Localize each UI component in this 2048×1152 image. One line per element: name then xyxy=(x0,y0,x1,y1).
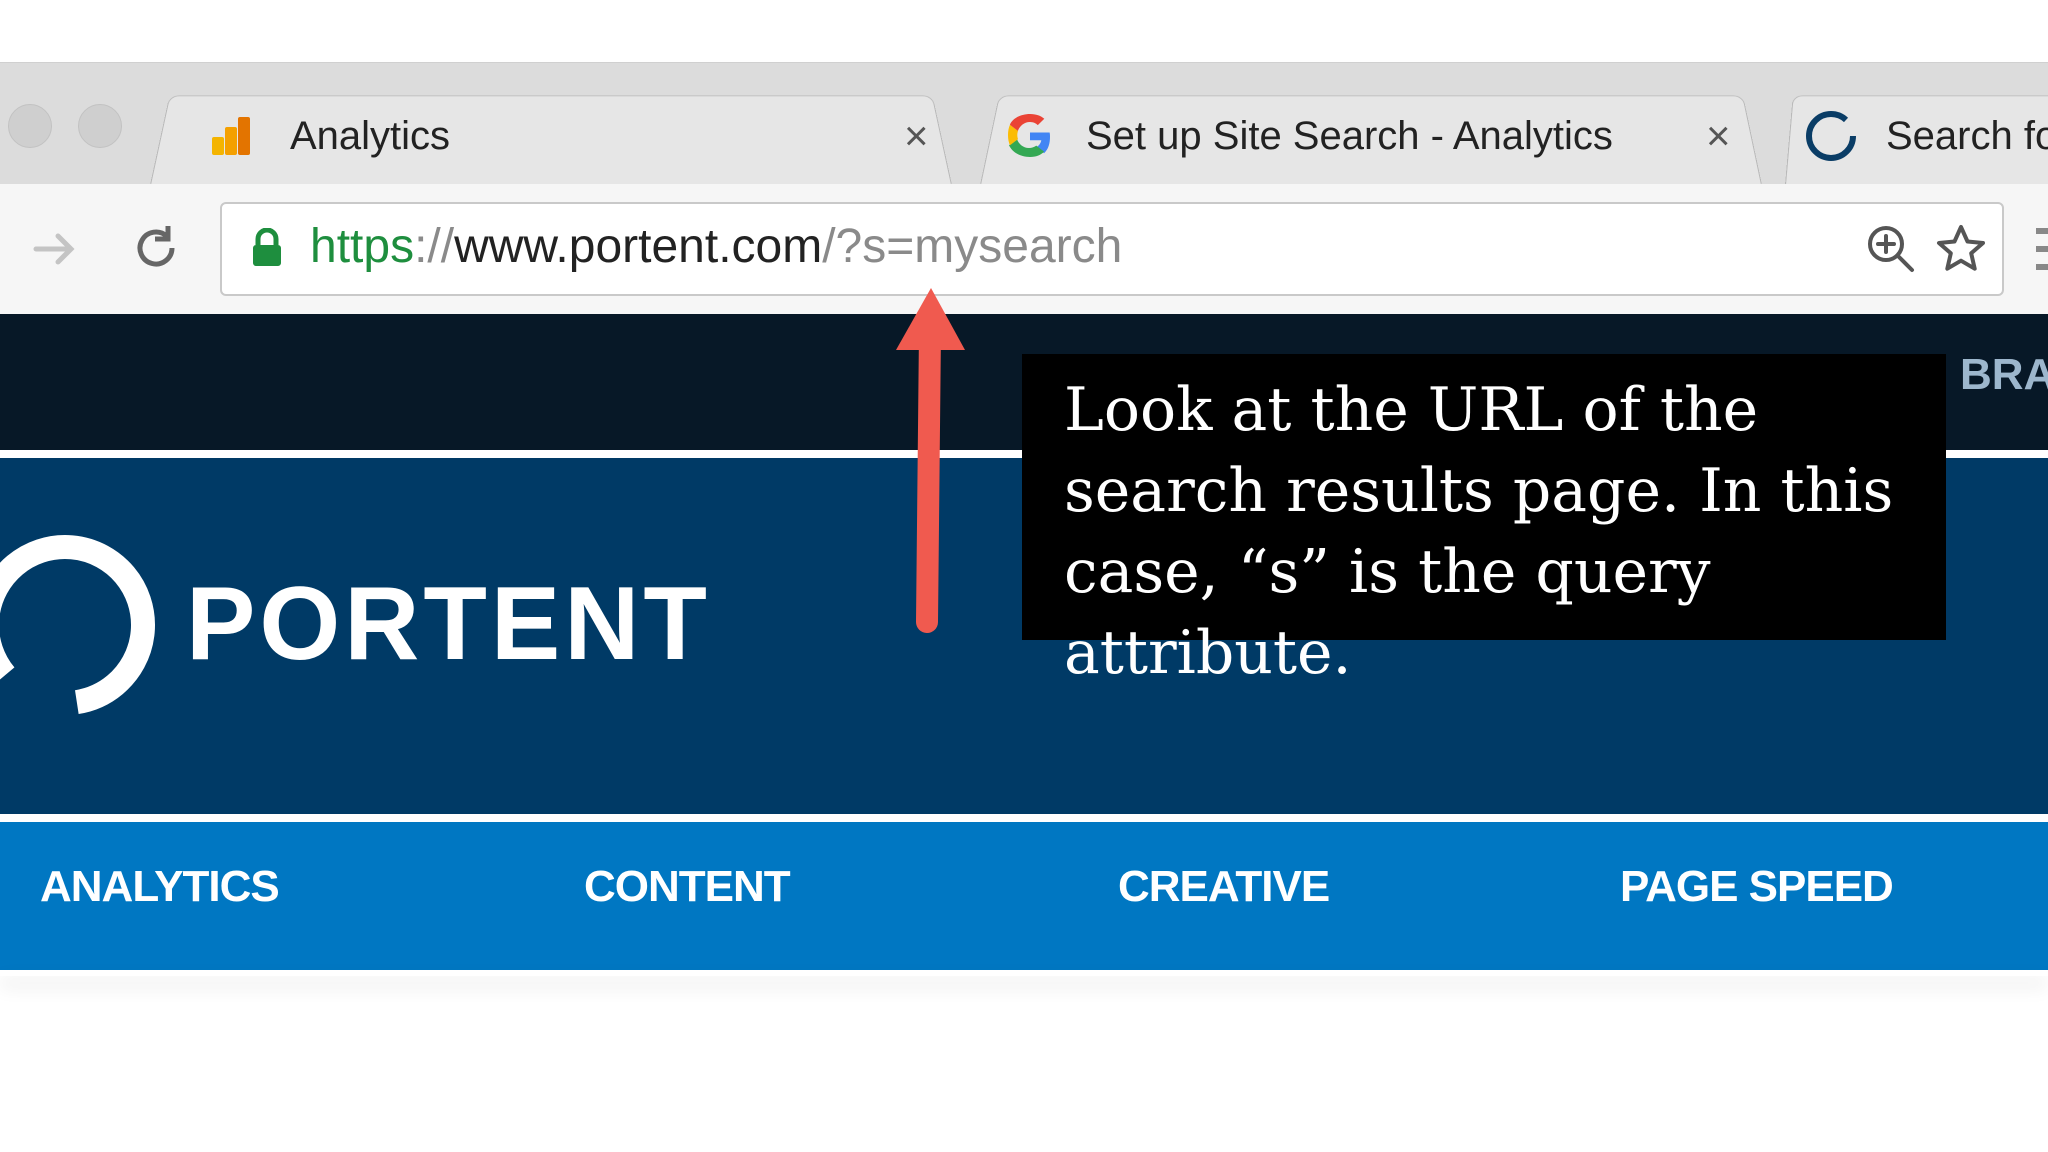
url-scheme: https xyxy=(310,220,415,273)
portent-logo-icon[interactable] xyxy=(0,530,170,720)
tab-search-content: Search fo xyxy=(1802,104,2048,168)
forward-icon[interactable] xyxy=(30,224,80,274)
tab-analytics-close-icon[interactable]: × xyxy=(904,104,929,168)
url-slashes: :// xyxy=(414,220,455,273)
nav-creative[interactable]: CREATIVE xyxy=(1118,862,1330,912)
nav-analytics[interactable]: ANALYTICS xyxy=(40,862,280,912)
zoom-icon[interactable] xyxy=(1864,222,1918,276)
tab-site-search-close-icon[interactable]: × xyxy=(1706,104,1731,168)
lock-icon xyxy=(253,228,281,266)
reload-icon[interactable] xyxy=(128,220,184,276)
tab-site-search-label: Set up Site Search - Analytics xyxy=(1086,113,1613,158)
tab-search-label: Search fo xyxy=(1886,113,2048,158)
menu-icon[interactable] xyxy=(2034,222,2048,278)
window-minimize-dot[interactable] xyxy=(78,104,122,148)
site-nav-bottom-edge xyxy=(0,970,2048,976)
bookmark-star-icon[interactable] xyxy=(1934,222,1988,276)
url-path: /?s=mysearch xyxy=(822,220,1123,273)
tab-analytics-content: Analytics xyxy=(208,104,450,168)
google-g-icon xyxy=(1008,114,1050,157)
portent-logo-wordmark[interactable]: PORTENT xyxy=(186,565,711,684)
url-host: www.portent.com xyxy=(454,220,823,273)
top-nav-partial-link[interactable]: BRA xyxy=(1960,350,2048,400)
tab-site-search-content: Set up Site Search - Analytics xyxy=(1006,104,1676,168)
annotation-text: Look at the URL of the search results pa… xyxy=(1064,375,1894,688)
portent-circle-icon xyxy=(1806,111,1856,161)
google-analytics-icon xyxy=(212,117,250,155)
window-close-dot[interactable] xyxy=(8,104,52,148)
divider xyxy=(0,814,2048,822)
nav-page-speed[interactable]: PAGE SPEED xyxy=(1620,862,1894,912)
url-text[interactable]: https://www.portent.com/?s=mysearch xyxy=(310,212,1122,282)
tab-analytics-label: Analytics xyxy=(290,113,451,158)
nav-content[interactable]: CONTENT xyxy=(584,862,791,912)
